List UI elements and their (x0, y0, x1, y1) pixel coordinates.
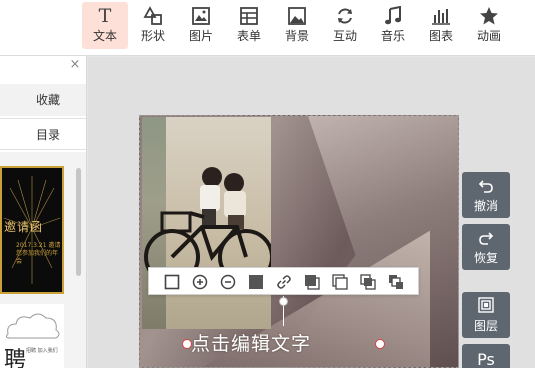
bicycle-kids-image (144, 167, 271, 285)
redo-label: 恢复 (473, 250, 498, 265)
interact-icon (334, 5, 356, 27)
image-icon (190, 5, 212, 27)
element-toolbar (148, 267, 419, 295)
animation-icon (478, 5, 500, 27)
close-icon[interactable]: × (68, 58, 82, 72)
send-back-icon[interactable] (386, 272, 406, 292)
template-title: 邀请函 (4, 220, 44, 234)
layer-down-icon[interactable] (330, 272, 350, 292)
tool-background[interactable]: 背景 (274, 2, 320, 49)
template-subtitle: 2017.3.21 邀请您参加我们的年会 (16, 242, 61, 265)
undo-button[interactable]: 撤消 (462, 172, 510, 218)
template-subtitle: 招聘 加入我们 (26, 348, 58, 354)
tool-label: 文本 (92, 29, 117, 43)
tool-music[interactable]: 音乐 (370, 2, 416, 49)
tool-form[interactable]: 表单 (226, 2, 272, 49)
tool-label: 动画 (476, 29, 501, 43)
resize-handle-right[interactable] (375, 339, 385, 349)
template-thumb[interactable]: 邀请函 2017.3.21 邀请您参加我们的年会 (0, 166, 64, 294)
redo-button[interactable]: 恢复 (462, 224, 510, 270)
fill-icon[interactable] (246, 272, 266, 292)
tool-label: 表单 (236, 29, 261, 43)
tool-interact[interactable]: 互动 (322, 2, 368, 49)
ps-icon: Ps (477, 349, 495, 368)
ps-button[interactable]: Ps (462, 344, 510, 368)
shape-icon (142, 5, 164, 27)
form-icon (238, 5, 260, 27)
undo-label: 撤消 (473, 198, 498, 213)
text-element-content[interactable]: 点击编辑文字 (191, 332, 311, 356)
layers-icon (478, 297, 494, 317)
bring-front-icon[interactable] (358, 272, 378, 292)
link-icon[interactable] (274, 272, 294, 292)
layer-up-icon[interactable] (302, 272, 322, 292)
text-icon: T (98, 5, 112, 27)
tool-text[interactable]: T 文本 (82, 2, 128, 49)
zoom-out-icon[interactable] (218, 272, 238, 292)
rotate-handle[interactable] (279, 297, 288, 306)
layers-button[interactable]: 图层 (462, 292, 510, 338)
layers-label: 图层 (473, 319, 498, 333)
template-title: 聘 (4, 348, 27, 368)
tool-label: 互动 (332, 29, 357, 43)
border-icon[interactable] (162, 272, 182, 292)
zoom-in-icon[interactable] (190, 272, 210, 292)
background-icon (286, 5, 308, 27)
tool-shape[interactable]: 形状 (130, 2, 176, 49)
panel-scrollbar[interactable] (76, 168, 81, 276)
tool-animation[interactable]: 动画 (466, 2, 512, 49)
resize-handle-left[interactable] (182, 339, 192, 349)
tool-label: 背景 (284, 29, 309, 43)
top-toolbar: T 文本 形状 图片 表单 背景 互动 音乐 图表 动画 (0, 0, 535, 56)
redo-icon (478, 230, 494, 249)
cloud-decoration (5, 313, 60, 339)
chart-icon (430, 5, 452, 27)
tab-directory[interactable]: 目录 (0, 118, 86, 150)
tool-chart[interactable]: 图表 (418, 2, 464, 49)
undo-icon (478, 178, 494, 197)
tool-image[interactable]: 图片 (178, 2, 224, 49)
music-icon (382, 5, 404, 27)
template-thumb[interactable]: 聘 招聘 加入我们 (0, 304, 64, 368)
tool-label: 图表 (428, 29, 453, 43)
tab-collect[interactable]: 收藏 (0, 84, 86, 116)
tool-label: 音乐 (380, 29, 405, 43)
photo-element[interactable] (142, 117, 271, 329)
tool-label: 形状 (140, 29, 165, 43)
tool-label: 图片 (188, 29, 213, 43)
